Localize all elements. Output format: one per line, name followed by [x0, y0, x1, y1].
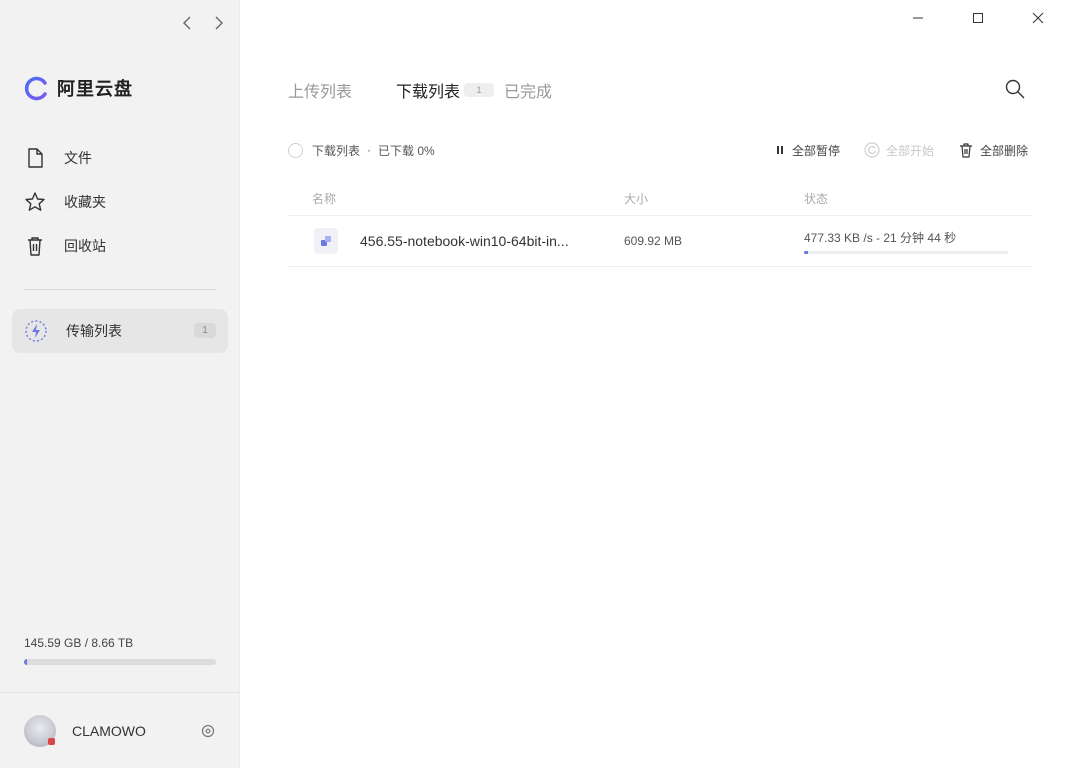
gear-icon — [201, 724, 215, 738]
column-header-name: 名称 — [312, 192, 337, 206]
delete-all-label: 全部删除 — [979, 143, 1028, 158]
search-button[interactable] — [1004, 78, 1026, 100]
table-row[interactable]: 456.55-notebook-win10-64bit-in... 609.92… — [288, 216, 1032, 267]
username: CLAMOWO — [72, 723, 146, 739]
sidebar-item-label: 文件 — [64, 150, 92, 166]
tab-completed[interactable]: 已完成 — [504, 78, 552, 102]
user-divider — [0, 692, 240, 693]
select-all-checkbox[interactable] — [288, 142, 303, 158]
minimize-button[interactable] — [888, 8, 948, 28]
storage-text: 145.59 GB / 8.66 TB — [24, 636, 134, 650]
sidebar-item-label: 传输列表 — [66, 323, 122, 339]
minimize-icon — [913, 17, 923, 19]
search-icon — [1005, 79, 1025, 99]
history-nav — [178, 14, 228, 32]
sidebar-divider — [24, 289, 216, 290]
settings-button[interactable] — [200, 723, 216, 739]
forward-button[interactable] — [210, 14, 228, 32]
app-file-icon — [321, 236, 331, 246]
star-icon — [25, 192, 45, 211]
trash-icon — [959, 143, 972, 158]
sidebar-item-label: 收藏夹 — [64, 194, 106, 210]
download-progress-bar — [804, 250, 1008, 254]
download-speed-text: 477.33 KB /s - 21 分钟 44 秒 — [804, 230, 957, 245]
chevron-left-icon — [183, 16, 191, 30]
transfer-tabs: 上传列表 下载列表 1 已完成 — [288, 78, 552, 102]
sidebar-item-favorites[interactable]: 收藏夹 — [12, 180, 228, 224]
download-table: 名称 大小 状态 456.55-notebook-win10-64bit-in.… — [288, 182, 1032, 267]
storage-bar — [24, 659, 216, 665]
sidebar-menu: 文件 收藏夹 回收站 — [12, 136, 228, 268]
lightning-icon — [25, 320, 47, 342]
avatar[interactable] — [24, 715, 56, 747]
list-toolbar: 下载列表 · 已下载 0% 全部暂停 全部开始 全部删除 — [288, 140, 1028, 160]
download-progress-label: 已下载 0% — [378, 143, 435, 158]
logo-text: 阿里云盘 — [57, 79, 133, 99]
sidebar-item-label: 回收站 — [64, 238, 106, 254]
sidebar-item-trash[interactable]: 回收站 — [12, 224, 228, 268]
exe-file-icon — [314, 228, 338, 254]
file-size: 609.92 MB — [624, 234, 683, 248]
separator-dot: · — [367, 143, 372, 157]
tab-upload-list[interactable]: 上传列表 — [288, 78, 352, 102]
trash-icon — [28, 237, 42, 256]
start-all-button[interactable]: 全部开始 — [864, 142, 934, 159]
storage-bar-fill — [24, 659, 28, 665]
transfer-count-badge: 1 — [194, 323, 216, 338]
list-name-label: 下载列表 — [312, 143, 361, 158]
download-progress-fill — [804, 250, 809, 254]
user-panel: CLAMOWO — [24, 714, 216, 748]
aliyun-logo-icon — [24, 76, 47, 100]
pause-icon — [776, 146, 783, 154]
close-icon — [1032, 12, 1044, 24]
tab-download-list[interactable]: 下载列表 — [396, 78, 460, 102]
sidebar: 阿里云盘 文件 收藏夹 回收站 传输列表 1 145.59 GB / 8.66 … — [0, 0, 240, 768]
maximize-button[interactable] — [948, 8, 1008, 28]
file-name: 456.55-notebook-win10-64bit-in... — [360, 233, 569, 249]
table-header: 名称 大小 状态 — [288, 182, 1032, 216]
pause-all-button[interactable]: 全部暂停 — [774, 142, 840, 159]
sidebar-item-transfers[interactable]: 传输列表 1 — [12, 309, 228, 353]
sidebar-item-files[interactable]: 文件 — [12, 136, 228, 180]
pause-all-label: 全部暂停 — [791, 143, 840, 158]
storage-usage: 145.59 GB / 8.66 TB — [24, 636, 216, 665]
download-status: 477.33 KB /s - 21 分钟 44 秒 — [804, 229, 1008, 254]
column-header-size: 大小 — [624, 192, 649, 206]
start-all-label: 全部开始 — [885, 143, 934, 158]
maximize-icon — [973, 13, 983, 23]
refresh-icon — [864, 142, 880, 158]
back-button[interactable] — [178, 14, 196, 32]
file-icon — [28, 148, 43, 168]
delete-all-button[interactable]: 全部删除 — [958, 142, 1028, 159]
app-logo: 阿里云盘 — [24, 75, 133, 101]
close-button[interactable] — [1008, 8, 1068, 28]
chevron-right-icon — [215, 16, 223, 30]
column-header-status: 状态 — [804, 192, 829, 206]
window-controls — [888, 8, 1068, 28]
bulk-actions: 全部暂停 全部开始 全部删除 — [774, 142, 1028, 159]
download-count-badge: 1 — [464, 83, 495, 97]
